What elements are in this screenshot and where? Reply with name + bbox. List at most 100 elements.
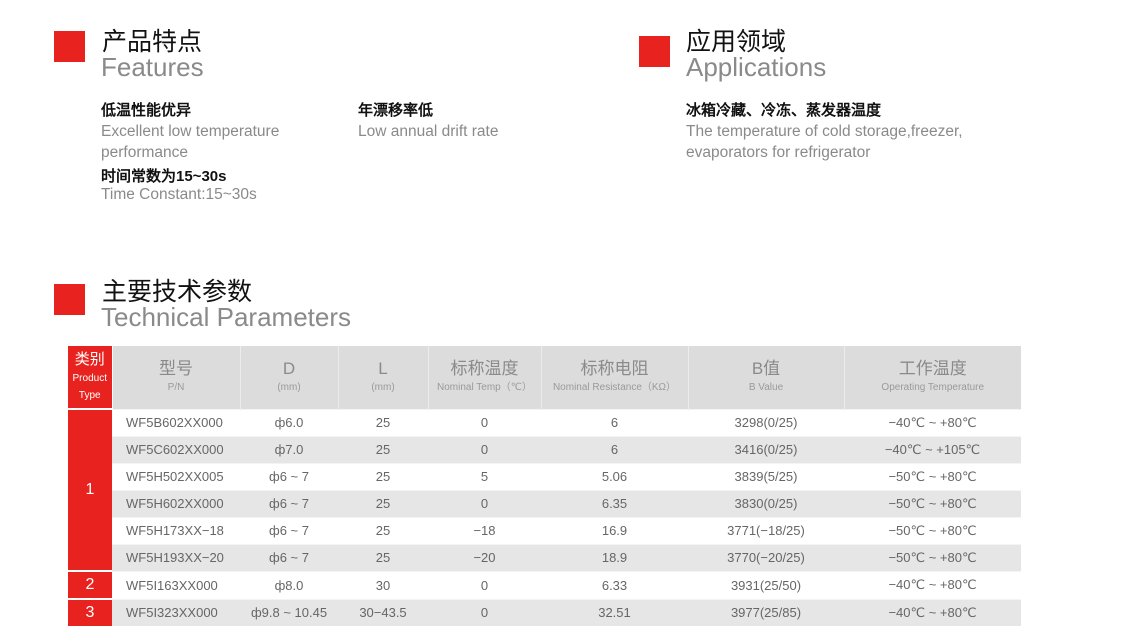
feature-2-en: Low annual drift rate — [358, 123, 499, 140]
header-nominal-resistance-en: Nominal Resistance（KΩ） — [552, 382, 677, 394]
applications-marker — [639, 36, 670, 67]
cell-operating-temp: −50℃ ~ +80℃ — [844, 462, 1021, 490]
technical-marker — [54, 284, 85, 315]
cell-l: 25 — [338, 462, 428, 490]
cell-b-value: 3298(0/25) — [688, 408, 844, 436]
table-row: WF5H502XX005 ф6 ~ 7 25 5 5.06 3839(5/25)… — [68, 462, 1021, 490]
feature-3-cn: 时间常数为15~30s — [101, 168, 227, 185]
table-row: WF5H193XX−20 ф6 ~ 7 25 −20 18.9 3770(−20… — [68, 543, 1021, 571]
table-row: WF5H173XX−18 ф6 ~ 7 25 −18 16.9 3771(−18… — [68, 516, 1021, 544]
cell-d: ф6 ~ 7 — [240, 543, 338, 571]
cell-nominal-resistance: 16.9 — [541, 516, 688, 544]
cell-operating-temp: −50℃ ~ +80℃ — [844, 516, 1021, 544]
table-row: WF5C602XX000 ф7.0 25 0 6 3416(0/25) −40℃… — [68, 435, 1021, 463]
table-row: 1 WF5B602XX000 ф6.0 25 0 6 3298(0/25) −4… — [68, 408, 1021, 571]
cell-nominal-resistance: 6 — [541, 408, 688, 436]
header-type: 类别 Product Type — [68, 346, 113, 409]
table-row: WF5H602XX000 ф6 ~ 7 25 0 6.35 3830(0/25)… — [68, 489, 1021, 517]
applications-title-en: Applications — [686, 52, 827, 82]
cell-pn: WF5I163XX000 — [112, 570, 240, 599]
cell-pn: WF5H602XX000 — [112, 489, 240, 517]
cell-l: 25 — [338, 516, 428, 544]
features-title-en: Features — [101, 52, 204, 82]
header-pn-cn: 型号 — [159, 359, 193, 379]
header-l: L (mm) — [338, 346, 429, 409]
cell-l: 25 — [338, 489, 428, 517]
table-row: 3 WF5I323XX000 ф9.8 ~ 10.45 30−43.5 0 32… — [68, 598, 1021, 626]
technical-title-en: Technical Parameters — [101, 302, 351, 332]
cell-d: ф8.0 — [240, 570, 338, 599]
feature-1-en: Excellent low temperature performance — [101, 123, 280, 161]
category-cell: 3 — [68, 598, 112, 626]
category-cell: 2 — [68, 570, 112, 599]
header-b-value: B值 B Value — [688, 346, 845, 409]
cell-b-value: 3931(25/50) — [688, 570, 844, 599]
cell-nominal-temp: 0 — [428, 435, 541, 463]
cell-l: 25 — [338, 408, 428, 436]
cell-pn: WF5H173XX−18 — [112, 516, 240, 544]
cell-operating-temp: −50℃ ~ +80℃ — [844, 489, 1021, 517]
application-item-en: The temperature of cold storage,freezer,… — [686, 123, 963, 161]
cell-d: ф7.0 — [240, 435, 338, 463]
parameters-table: 类别 Product Type 型号 P/N D (mm) L (mm) 标称温… — [68, 346, 1021, 626]
cell-nominal-resistance: 18.9 — [541, 543, 688, 571]
cell-b-value: 3416(0/25) — [688, 435, 844, 463]
cell-operating-temp: −50℃ ~ +80℃ — [844, 543, 1021, 571]
cell-d: ф9.8 ~ 10.45 — [240, 598, 338, 626]
features-marker — [54, 31, 85, 62]
cell-b-value: 3770(−20/25) — [688, 543, 844, 571]
header-d-cn: D — [282, 359, 296, 379]
cell-l: 30 — [338, 570, 428, 599]
header-nominal-resistance: 标称电阻 Nominal Resistance（KΩ） — [541, 346, 689, 409]
header-b-value-en: B Value — [748, 382, 784, 394]
cell-d: ф6.0 — [240, 408, 338, 436]
cell-nominal-temp: −18 — [428, 516, 541, 544]
cell-nominal-temp: 5 — [428, 462, 541, 490]
cell-l: 25 — [338, 435, 428, 463]
cell-l: 30−43.5 — [338, 598, 428, 626]
cell-l: 25 — [338, 543, 428, 571]
cell-nominal-temp: 0 — [428, 570, 541, 599]
header-l-en: (mm) — [371, 382, 395, 394]
cell-nominal-temp: 0 — [428, 489, 541, 517]
cell-nominal-temp: 0 — [428, 598, 541, 626]
cell-nominal-resistance: 32.51 — [541, 598, 688, 626]
cell-operating-temp: −40℃ ~ +105℃ — [844, 435, 1021, 463]
header-pn: 型号 P/N — [112, 346, 241, 409]
table-header-row: 类别 Product Type 型号 P/N D (mm) L (mm) 标称温… — [68, 346, 1021, 409]
cell-nominal-resistance: 6.35 — [541, 489, 688, 517]
cell-d: ф6 ~ 7 — [240, 489, 338, 517]
header-type-cn: 类别 — [74, 351, 105, 368]
header-operating-temp-en: Operating Temperature — [881, 382, 985, 394]
cell-pn: WF5H502XX005 — [112, 462, 240, 490]
header-pn-en: P/N — [167, 382, 185, 394]
header-nominal-temp: 标称温度 Nominal Temp（℃） — [428, 346, 542, 409]
header-type-en2: Type — [78, 390, 101, 401]
cell-operating-temp: −40℃ ~ +80℃ — [844, 408, 1021, 436]
category-cell: 1 — [68, 408, 112, 571]
feature-1-cn: 低温性能优异 — [101, 102, 192, 119]
cell-pn: WF5B602XX000 — [112, 408, 240, 436]
table-row: 2 WF5I163XX000 ф8.0 30 0 6.33 3931(25/50… — [68, 570, 1021, 599]
cell-b-value: 3977(25/85) — [688, 598, 844, 626]
cell-pn: WF5I323XX000 — [112, 598, 240, 626]
header-operating-temp: 工作温度 Operating Temperature — [844, 346, 1021, 409]
cell-pn: WF5H193XX−20 — [112, 543, 240, 571]
cell-nominal-temp: −20 — [428, 543, 541, 571]
cell-b-value: 3830(0/25) — [688, 489, 844, 517]
header-type-en1: Product — [72, 373, 107, 384]
cell-b-value: 3771(−18/25) — [688, 516, 844, 544]
header-nominal-resistance-cn: 标称电阻 — [580, 359, 649, 379]
header-d-en: (mm) — [277, 382, 301, 394]
feature-3-en: Time Constant:15~30s — [101, 186, 257, 203]
cell-nominal-temp: 0 — [428, 408, 541, 436]
header-operating-temp-cn: 工作温度 — [898, 359, 967, 379]
header-l-cn: L — [378, 359, 388, 379]
cell-d: ф6 ~ 7 — [240, 462, 338, 490]
cell-d: ф6 ~ 7 — [240, 516, 338, 544]
header-nominal-temp-en: Nominal Temp（℃） — [437, 382, 532, 394]
cell-nominal-resistance: 6.33 — [541, 570, 688, 599]
application-item-cn: 冰箱冷藏、冷冻、蒸发器温度 — [686, 102, 882, 119]
header-d: D (mm) — [240, 346, 339, 409]
cell-nominal-resistance: 5.06 — [541, 462, 688, 490]
